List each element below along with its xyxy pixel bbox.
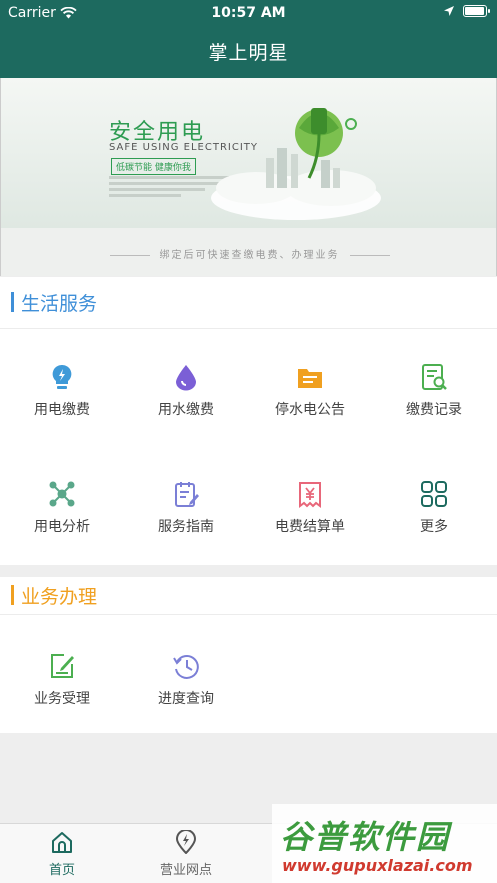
banner-slogan: 低碳节能 健康你我 bbox=[111, 158, 196, 175]
notice-folder-icon bbox=[298, 369, 322, 388]
business-progress[interactable]: 进度查询 bbox=[124, 652, 248, 708]
service-electric-payment[interactable]: 用电缴费 bbox=[0, 363, 124, 419]
record-search-icon bbox=[422, 364, 447, 390]
watermark-text: 谷普软件园 bbox=[280, 818, 451, 856]
status-bar: Carrier 10:57 AM bbox=[0, 0, 497, 26]
service-water-payment[interactable]: 用水缴费 bbox=[124, 363, 248, 419]
service-label: 用水缴费 bbox=[158, 402, 214, 418]
service-label: 用电缴费 bbox=[34, 402, 90, 418]
service-label: 电费结算单 bbox=[275, 519, 345, 535]
site-watermark: 谷普软件园 www.gupuxlazai.com bbox=[272, 804, 497, 883]
app-header: Carrier 10:57 AM 掌上明星 bbox=[0, 0, 497, 78]
edit-form-icon bbox=[51, 654, 74, 678]
location-pin-icon bbox=[175, 830, 197, 854]
home-icon bbox=[52, 832, 72, 853]
service-outage-notice[interactable]: 停水电公告 bbox=[248, 363, 372, 419]
guide-notebook-icon bbox=[175, 482, 199, 507]
status-time: 10:57 AM bbox=[211, 5, 286, 21]
promo-banner[interactable]: 安全用电 SAFE USING ELECTRICITY 低碳节能 健康你我 绑定… bbox=[0, 78, 497, 276]
business-application[interactable]: 业务受理 bbox=[0, 652, 124, 708]
banner-image: 安全用电 SAFE USING ELECTRICITY 低碳节能 健康你我 bbox=[1, 78, 496, 228]
service-label: 更多 bbox=[420, 519, 448, 535]
business-label: 业务受理 bbox=[34, 691, 90, 707]
service-label: 服务指南 bbox=[158, 519, 214, 535]
business-header: 业务办理 bbox=[0, 577, 497, 615]
location-arrow-icon bbox=[444, 6, 454, 16]
battery-icon bbox=[463, 5, 490, 17]
service-payment-records[interactable]: 缴费记录 bbox=[372, 363, 496, 419]
tab-service-outlets[interactable]: 营业网点 bbox=[124, 830, 248, 878]
grid-more-icon bbox=[421, 481, 447, 507]
network-nodes-icon bbox=[49, 481, 75, 507]
yuan-bill-icon bbox=[299, 482, 321, 508]
life-services-header: 生活服务 bbox=[0, 277, 497, 329]
banner-caption: 绑定后可快速查缴电费、办理业务 bbox=[1, 246, 496, 261]
service-electric-bill[interactable]: 电费结算单 bbox=[248, 480, 372, 536]
history-clock-icon bbox=[173, 655, 199, 679]
tab-label: 营业网点 bbox=[159, 863, 212, 878]
section-title: 业务办理 bbox=[21, 586, 98, 608]
service-label: 缴费记录 bbox=[406, 402, 462, 418]
service-label: 用电分析 bbox=[34, 519, 90, 535]
tab-label: 首页 bbox=[48, 863, 75, 878]
tab-home[interactable]: 首页 bbox=[0, 830, 124, 878]
service-more[interactable]: 更多 bbox=[372, 480, 496, 536]
section-accent-bar bbox=[11, 585, 14, 605]
watermark-url: www.gupuxlazai.com bbox=[282, 856, 473, 875]
business-card: 业务办理 业务受理 进度查询 bbox=[0, 577, 497, 733]
life-services-card: 生活服务 用电缴费 用水缴费 停水电公告 缴费记录 用电分析 服务指南 电费结算… bbox=[0, 277, 497, 565]
eco-city-illustration bbox=[211, 108, 381, 220]
service-guide[interactable]: 服务指南 bbox=[124, 480, 248, 536]
section-accent-bar bbox=[11, 292, 14, 312]
service-label: 停水电公告 bbox=[275, 402, 345, 418]
service-usage-analysis[interactable]: 用电分析 bbox=[0, 480, 124, 536]
banner-caption-area: 绑定后可快速查缴电费、办理业务 bbox=[1, 228, 496, 276]
section-title: 生活服务 bbox=[21, 293, 98, 315]
page-title: 掌上明星 bbox=[208, 42, 289, 64]
business-label: 进度查询 bbox=[158, 691, 214, 707]
bulb-icon bbox=[52, 364, 72, 389]
water-drop-icon bbox=[176, 365, 196, 391]
status-right bbox=[443, 5, 490, 17]
